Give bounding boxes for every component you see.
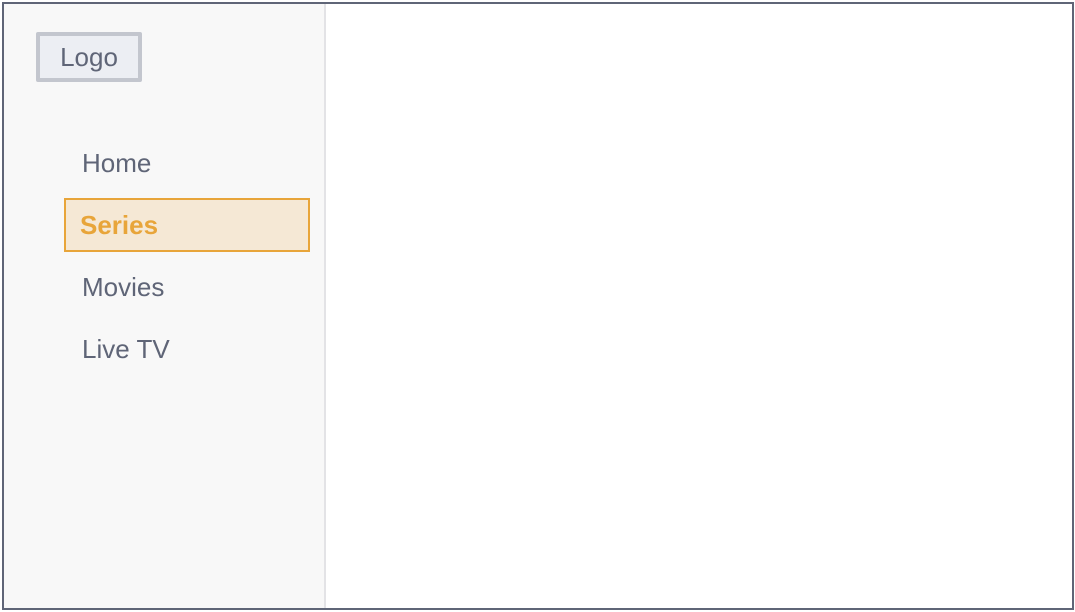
nav-item-label: Home — [82, 147, 152, 178]
main-content-area — [326, 4, 1072, 608]
nav-item-label: Series — [80, 209, 159, 240]
nav-item-series[interactable]: Series — [64, 198, 310, 252]
logo[interactable]: Logo — [36, 32, 142, 82]
nav-item-label: Live TV — [82, 333, 170, 364]
sidebar: Logo Home Series Movies Live TV — [4, 4, 326, 608]
app-window: Logo Home Series Movies Live TV — [2, 2, 1074, 610]
logo-label: Logo — [60, 41, 118, 72]
nav-item-label: Movies — [82, 271, 165, 302]
nav-item-home[interactable]: Home — [64, 136, 310, 190]
nav-item-live-tv[interactable]: Live TV — [64, 322, 310, 376]
sidebar-nav: Home Series Movies Live TV — [64, 136, 310, 384]
nav-item-movies[interactable]: Movies — [64, 260, 310, 314]
